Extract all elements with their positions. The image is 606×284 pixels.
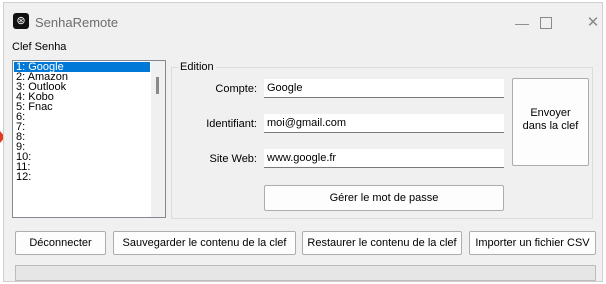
clef-list-item[interactable]: 7: (14, 122, 150, 133)
envoyer-label-line1: Envoyer (530, 107, 571, 119)
edition-group-title: Edition (178, 61, 216, 73)
list-scrollbar[interactable] (151, 61, 165, 217)
envoyer-label-line2: dans la clef (522, 120, 579, 132)
clef-list: 1: Google 2: Amazon 3: Outlook 4: Kobo 5: Fn… (14, 62, 150, 183)
app-icon: ⊛ (13, 13, 29, 29)
clef-list-item[interactable]: 8: (14, 132, 150, 143)
title-bar: ⊛ SenhaRemote — ✕ (4, 3, 602, 43)
clef-list-item[interactable]: 11: (14, 162, 150, 173)
window-title: SenhaRemote (35, 15, 119, 30)
compte-label: Compte: (215, 83, 257, 95)
maximize-icon[interactable] (524, 9, 568, 37)
clef-list-item[interactable]: 12: (14, 172, 150, 183)
gerer-mot-de-passe-button[interactable]: Gérer le mot de passe (264, 185, 504, 211)
clef-group-title: Clef Senha (12, 41, 67, 53)
identifiant-label: Identifiant: (206, 118, 257, 130)
deconnecter-button[interactable]: Déconnecter (15, 231, 106, 255)
sauvegarder-button[interactable]: Sauvegarder le contenu de la clef (113, 231, 296, 255)
restaurer-button[interactable]: Restaurer le contenu de la clef (302, 231, 462, 255)
site-web-label: Site Web: (209, 153, 258, 165)
clef-list-item[interactable]: 5: Fnac (14, 102, 150, 113)
compte-field[interactable]: Google (264, 79, 504, 98)
clef-list-item[interactable]: 6: (14, 112, 150, 123)
app-window: ⊛ SenhaRemote — ✕ Clef Senha 1: Google 2:… (3, 2, 603, 282)
envoyer-dans-la-clef-button[interactable]: Envoyer dans la clef (512, 78, 589, 166)
clef-list-item[interactable]: 9: (14, 142, 150, 153)
importer-csv-button[interactable]: Importer un fichier CSV (469, 231, 596, 255)
close-icon[interactable]: ✕ (571, 9, 606, 37)
site-web-field[interactable]: www.google.fr (264, 149, 504, 168)
clef-listbox[interactable]: 1: Google 2: Amazon 3: Outlook 4: Kobo 5: Fn… (12, 60, 166, 218)
status-bar (15, 265, 596, 281)
scrollbar-thumb[interactable] (156, 77, 159, 94)
identifiant-field[interactable]: moi@gmail.com (264, 114, 504, 133)
clef-list-item[interactable]: 10: (14, 152, 150, 163)
